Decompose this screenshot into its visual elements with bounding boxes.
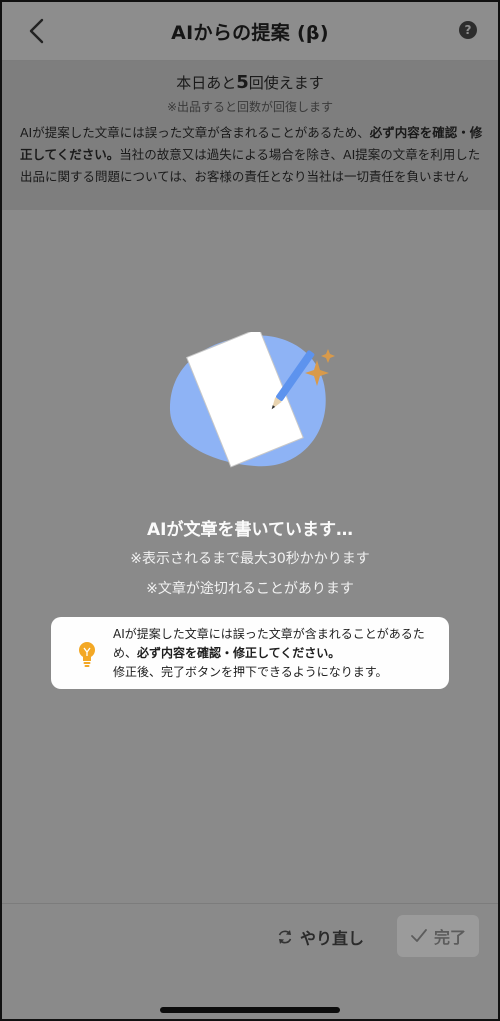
home-indicator <box>160 1007 340 1013</box>
header: AIからの提案 (β) ? <box>2 2 498 61</box>
footer: やり直し 完了 <box>2 903 498 1019</box>
disclaimer-text: AIが提案した文章には誤った文章が含まれることがあるため、必ず内容を確認・修正し… <box>20 122 484 188</box>
status-title: AIが文章を書いています… <box>147 520 353 540</box>
redo-button[interactable]: やり直し <box>276 922 364 952</box>
done-button[interactable]: 完了 <box>397 915 479 957</box>
lightbulb-icon <box>79 642 95 667</box>
page-title: AIからの提案 (β) <box>171 22 329 44</box>
help-icon[interactable]: ? <box>459 21 477 39</box>
usage-notice: 本日あと5回使えます ※出品すると回数が回復します AIが提案した文章には誤った… <box>2 61 498 210</box>
redo-label: やり直し <box>300 929 365 948</box>
card-text-part2: 修正後、完了ボタンを押下できるようになります。 <box>113 665 388 679</box>
recover-note: ※出品すると回数が回復します <box>166 100 334 114</box>
status-note-time: ※表示されるまで最大30秒かかります <box>130 551 370 567</box>
remaining-prefix: 本日あと <box>176 74 237 92</box>
info-card-text: AIが提案した文章には誤った文章が含まれることがあるため、必ず内容を確認・修正し… <box>113 625 441 682</box>
disclaimer-part1: AIが提案した文章には誤った文章が含まれることがあるため、 <box>20 125 370 140</box>
check-icon <box>411 929 427 942</box>
done-label: 完了 <box>433 928 466 947</box>
remaining-suffix: 回使えます <box>248 74 324 92</box>
app-screen: AIからの提案 (β) ? 本日あと5回使えます ※出品すると回数が回復します … <box>2 2 498 1019</box>
card-text-bold: 必ず内容を確認・修正してください。 <box>137 646 341 660</box>
refresh-icon <box>278 930 292 944</box>
status-note-cut: ※文章が途切れることがあります <box>146 581 354 597</box>
remaining-uses: 本日あと5回使えます <box>2 72 498 93</box>
writing-illustration <box>169 332 335 468</box>
info-card: AIが提案した文章には誤った文章が含まれることがあるため、必ず内容を確認・修正し… <box>51 617 449 689</box>
remaining-count: 5 <box>236 72 249 93</box>
sparkle-small-icon <box>321 349 335 363</box>
